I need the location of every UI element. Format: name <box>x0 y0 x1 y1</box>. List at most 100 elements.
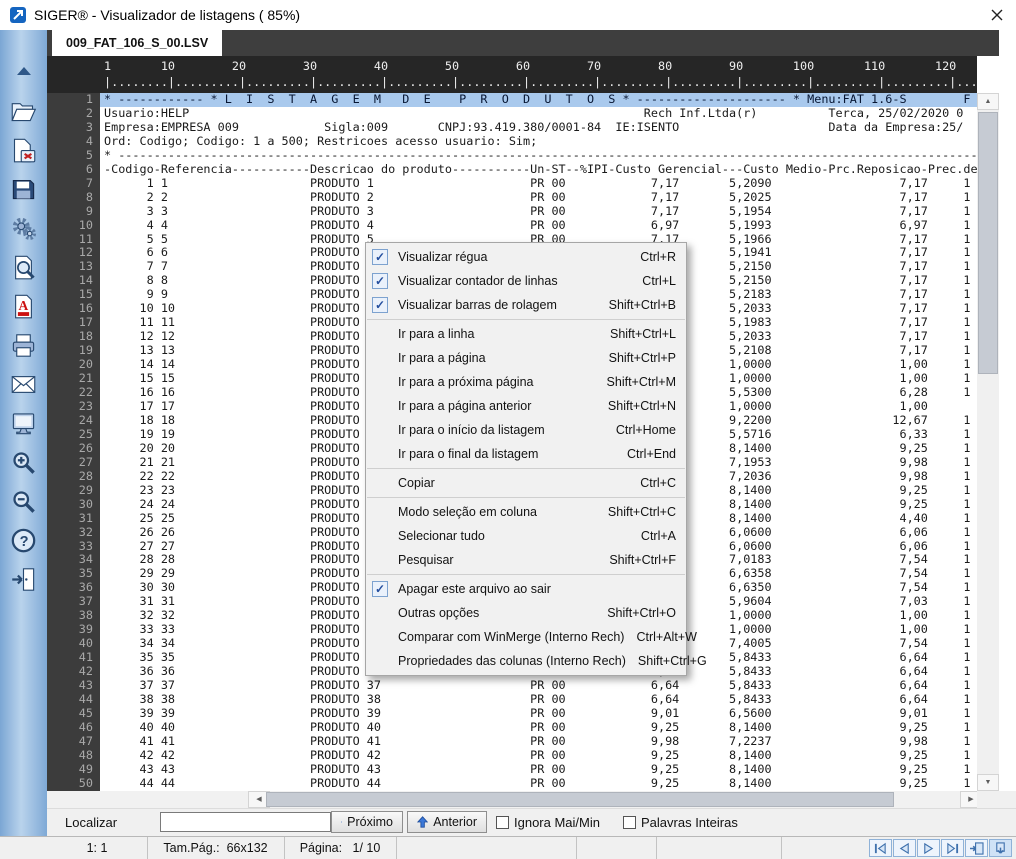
ruler-ticks: |........|.........|.........|.........|… <box>104 75 977 89</box>
tab-bar: 009_FAT_106_S_00.LSV <box>47 30 999 56</box>
last-page-icon[interactable] <box>941 839 964 857</box>
horizontal-scrollbar[interactable]: ◀ ▶ <box>47 791 977 808</box>
listing-line[interactable]: 4 4 PRODUTO 4 PR 00 6,97 5,1993 6,97 1 <box>100 219 977 233</box>
view-screen-icon[interactable] <box>10 410 38 438</box>
menu-item-shortcut: Shift+Ctrl+B <box>609 298 676 312</box>
menu-item-label: Pesquisar <box>398 553 597 567</box>
page-indicator: Página: 1/ 10 <box>284 837 397 859</box>
menu-item-shortcut: Shift+Ctrl+F <box>609 553 676 567</box>
send-email-icon[interactable] <box>10 371 38 399</box>
listing-line[interactable]: 42 42 PRODUTO 42 PR 00 9,25 8,1400 9,25 … <box>100 749 977 763</box>
scroll-down-icon[interactable]: ▼ <box>977 774 999 791</box>
save-icon[interactable] <box>10 176 38 204</box>
open-listing-icon[interactable] <box>10 98 38 126</box>
ignore-case-checkbox[interactable]: Ignora Mai/Min <box>496 815 600 830</box>
settings-icon[interactable] <box>10 215 38 243</box>
listing-line[interactable]: Empresa:EMPRESA 009 Sigla:009 CNPJ:93.41… <box>100 121 977 135</box>
next-page-icon[interactable] <box>917 839 940 857</box>
save-listing-icon[interactable] <box>989 839 1012 857</box>
listing-line[interactable]: 43 43 PRODUTO 43 PR 00 9,25 8,1400 9,25 … <box>100 763 977 777</box>
menu-item-label: Visualizar barras de rolagem <box>398 298 597 312</box>
close-listing-icon[interactable] <box>10 137 38 165</box>
vertical-scroll-thumb[interactable] <box>978 112 998 374</box>
checkmark-icon: ✓ <box>372 273 398 289</box>
menu-item[interactable]: ✓Visualizar contador de linhasCtrl+L <box>366 269 686 293</box>
close-icon[interactable] <box>990 8 1004 22</box>
sidebar-toolbar: A? <box>0 30 47 859</box>
down-arrow-icon <box>341 815 342 829</box>
listing-line[interactable]: 41 41 PRODUTO 41 PR 00 9,98 7,2237 9,98 … <box>100 735 977 749</box>
menu-item[interactable]: Ir para o final da listagemCtrl+End <box>366 442 686 466</box>
sidebar-scroll-up-icon[interactable] <box>17 67 31 75</box>
title-bar: SIGER® - Visualizador de listagens ( 85%… <box>0 0 1016 30</box>
checkmark-icon: ✓ <box>372 581 388 597</box>
menu-item[interactable]: Comparar com WinMerge (Interno Rech)Ctrl… <box>366 625 686 649</box>
listing-line[interactable]: 40 40 PRODUTO 40 PR 00 9,25 8,1400 9,25 … <box>100 721 977 735</box>
checkmark-icon: ✓ <box>372 297 398 313</box>
menu-item-shortcut: Ctrl+C <box>640 476 676 490</box>
listing-line[interactable]: 44 44 PRODUTO 44 PR 00 9,25 8,1400 9,25 … <box>100 777 977 791</box>
listing-line[interactable]: 37 37 PRODUTO 37 PR 00 6,64 5,8433 6,64 … <box>100 679 977 693</box>
menu-item-label: Selecionar tudo <box>398 529 629 543</box>
listing-line[interactable]: Ord: Codigo; Codigo: 1 a 500; Restricoes… <box>100 135 977 149</box>
listing-line[interactable]: 2 2 PRODUTO 2 PR 00 7,17 5,2025 7,17 1 <box>100 191 977 205</box>
listing-line[interactable]: 3 3 PRODUTO 3 PR 00 7,17 5,1954 7,17 1 <box>100 205 977 219</box>
menu-item[interactable]: Outras opçõesShift+Ctrl+O <box>366 601 686 625</box>
listing-line-selected[interactable]: * ------------ * L I S T A G E M D E P R… <box>100 93 977 107</box>
find-next-label: Próximo <box>347 815 393 829</box>
line-number-gutter: 1 2 3 4 5 6 7 8 9 10 11 12 13 14 15 16 1… <box>47 93 100 791</box>
find-input[interactable] <box>160 812 331 832</box>
whole-words-label: Palavras Inteiras <box>641 815 738 830</box>
tab-listing-file[interactable]: 009_FAT_106_S_00.LSV <box>52 30 222 56</box>
vertical-scrollbar[interactable]: ▲ ▼ <box>977 93 999 791</box>
find-previous-label: Anterior <box>433 815 477 829</box>
zoom-out-icon[interactable] <box>10 488 38 516</box>
exit-icon[interactable] <box>10 566 38 594</box>
menu-item-shortcut: Ctrl+Home <box>616 423 676 437</box>
listing-line[interactable]: -Codigo-Referencia-----------Descricao d… <box>100 163 977 177</box>
print-icon[interactable] <box>10 332 38 360</box>
menu-item[interactable]: ✓Visualizar réguaCtrl+R <box>366 245 686 269</box>
menu-item[interactable]: Ir para a próxima páginaShift+Ctrl+M <box>366 370 686 394</box>
menu-item[interactable]: Modo seleção em colunaShift+Ctrl+C <box>366 500 686 524</box>
export-pdf-icon[interactable]: A <box>10 293 38 321</box>
menu-item[interactable]: ✓Apagar este arquivo ao sair <box>366 577 686 601</box>
menu-item[interactable]: Ir para o início da listagemCtrl+Home <box>366 418 686 442</box>
menu-item[interactable]: Selecionar tudo Ctrl+A <box>366 524 686 548</box>
go-to-page-icon[interactable] <box>965 839 988 857</box>
menu-item[interactable]: Ir para a linhaShift+Ctrl+L <box>366 322 686 346</box>
listing-line[interactable]: 39 39 PRODUTO 39 PR 00 9,01 6,5600 9,01 … <box>100 707 977 721</box>
ruler-numbers: 1 10 20 30 40 50 60 70 80 90 100 110 120 <box>104 59 977 73</box>
menu-item[interactable]: Propriedades das colunas (Interno Rech)S… <box>366 649 686 673</box>
menu-item-label: Outras opções <box>398 606 595 620</box>
preview-icon[interactable] <box>10 254 38 282</box>
find-previous-button[interactable]: Anterior <box>407 811 487 833</box>
previous-page-icon[interactable] <box>893 839 916 857</box>
listing-line[interactable]: 38 38 PRODUTO 38 PR 00 6,64 5,8433 6,64 … <box>100 693 977 707</box>
menu-item[interactable]: Pesquisar Shift+Ctrl+F <box>366 548 686 572</box>
scroll-up-icon[interactable]: ▲ <box>977 93 999 110</box>
first-page-icon[interactable] <box>869 839 892 857</box>
menu-item[interactable]: Ir para a página anterior Shift+Ctrl+N <box>366 394 686 418</box>
zoom-in-icon[interactable] <box>10 449 38 477</box>
menu-item-label: Ir para a página anterior <box>398 399 596 413</box>
up-arrow-icon <box>417 815 428 829</box>
listing-line[interactable]: * --------------------------------------… <box>100 149 977 163</box>
help-icon[interactable]: ? <box>10 527 38 555</box>
checkbox-icon <box>623 816 636 829</box>
menu-separator <box>367 497 685 498</box>
menu-item-shortcut: Ctrl+A <box>641 529 676 543</box>
menu-item-shortcut: Shift+Ctrl+P <box>609 351 676 365</box>
menu-item[interactable]: Ir para a páginaShift+Ctrl+P <box>366 346 686 370</box>
menu-item[interactable]: ✓Visualizar barras de rolagem Shift+Ctrl+… <box>366 293 686 317</box>
listing-line[interactable]: 1 1 PRODUTO 1 PR 00 7,17 5,2090 7,17 1 <box>100 177 977 191</box>
page-size: Tam.Pág.: 66x132 <box>147 837 285 859</box>
menu-item[interactable]: CopiarCtrl+C <box>366 471 686 495</box>
find-next-button[interactable]: Próximo <box>331 811 403 833</box>
menu-item-shortcut: Shift+Ctrl+N <box>608 399 676 413</box>
whole-words-checkbox[interactable]: Palavras Inteiras <box>623 815 738 830</box>
horizontal-scroll-thumb[interactable] <box>266 792 894 807</box>
svg-text:A: A <box>18 298 28 313</box>
menu-item-label: Ir para o final da listagem <box>398 447 615 461</box>
listing-line[interactable]: Usuario:HELP Rech Inf.Ltda(r) Terca, 25/… <box>100 107 977 121</box>
